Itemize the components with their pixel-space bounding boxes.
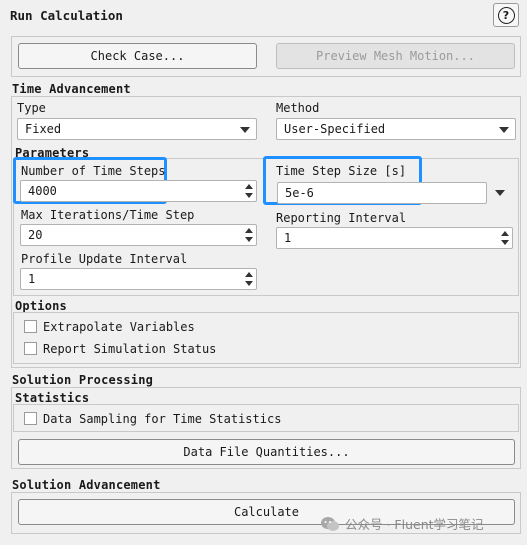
profile-update-interval-input[interactable]: 1 [20, 268, 257, 290]
spinner-up-icon[interactable] [245, 184, 253, 189]
spinner-up-icon[interactable] [245, 272, 253, 277]
spinner-down-icon[interactable] [245, 193, 253, 198]
time-advancement-title: Time Advancement [12, 82, 131, 96]
reporting-interval-label: Reporting Interval [276, 211, 407, 225]
extrapolate-variables-label: Extrapolate Variables [43, 320, 195, 334]
report-simulation-status-label: Report Simulation Status [43, 342, 217, 356]
method-label: Method [276, 101, 320, 115]
watermark-text: 公众号 · Fluent学习笔记 [345, 517, 484, 532]
solution-processing-title: Solution Processing [12, 373, 154, 387]
reporting-interval-value: 1 [284, 231, 292, 245]
profile-update-interval-value: 1 [28, 272, 36, 286]
options-title: Options [15, 299, 67, 313]
chevron-down-icon [240, 127, 250, 133]
max-iterations-label: Max Iterations/Time Step [21, 208, 195, 222]
reporting-interval-input[interactable]: 1 [276, 227, 513, 249]
time-step-size-label: Time Step Size [s] [276, 164, 407, 178]
data-sampling-label: Data Sampling for Time Statistics [43, 412, 282, 426]
data-sampling-checkbox[interactable] [24, 412, 37, 425]
chevron-down-icon[interactable] [495, 190, 505, 196]
type-label: Type [17, 101, 46, 115]
number-of-time-steps-label: Number of Time Steps [21, 164, 166, 178]
spinner-up-icon[interactable] [501, 231, 509, 236]
spinner-up-icon[interactable] [245, 228, 253, 233]
help-button[interactable]: ? [493, 3, 519, 27]
data-file-quantities-button[interactable]: Data File Quantities... [18, 439, 515, 465]
panel-title: Run Calculation [10, 8, 123, 23]
report-simulation-status-checkbox[interactable] [24, 342, 37, 355]
watermark: 公众号 · Fluent学习笔记 [320, 514, 484, 533]
chevron-down-icon [499, 127, 509, 133]
type-value: Fixed [25, 122, 62, 136]
number-of-time-steps-input[interactable]: 4000 [20, 180, 257, 202]
extrapolate-variables-checkbox[interactable] [24, 320, 37, 333]
method-value: User-Specified [284, 122, 386, 136]
max-iterations-value: 20 [28, 228, 43, 242]
time-step-size-value: 5e-6 [285, 186, 314, 200]
help-icon: ? [497, 6, 515, 24]
max-iterations-input[interactable]: 20 [20, 224, 257, 246]
number-of-time-steps-value: 4000 [28, 184, 57, 198]
statistics-title: Statistics [15, 391, 90, 405]
spinner-down-icon[interactable] [501, 240, 509, 245]
time-step-size-input[interactable]: 5e-6 [277, 182, 487, 204]
solution-advancement-title: Solution Advancement [12, 478, 161, 492]
profile-update-interval-label: Profile Update Interval [21, 252, 188, 266]
check-case-button[interactable]: Check Case... [18, 43, 257, 69]
method-dropdown[interactable]: User-Specified [276, 118, 516, 140]
spinner-down-icon[interactable] [245, 237, 253, 242]
spinner-down-icon[interactable] [245, 281, 253, 286]
type-dropdown[interactable]: Fixed [17, 118, 257, 140]
wechat-icon [321, 516, 339, 531]
preview-mesh-motion-button[interactable]: Preview Mesh Motion... [276, 43, 515, 69]
